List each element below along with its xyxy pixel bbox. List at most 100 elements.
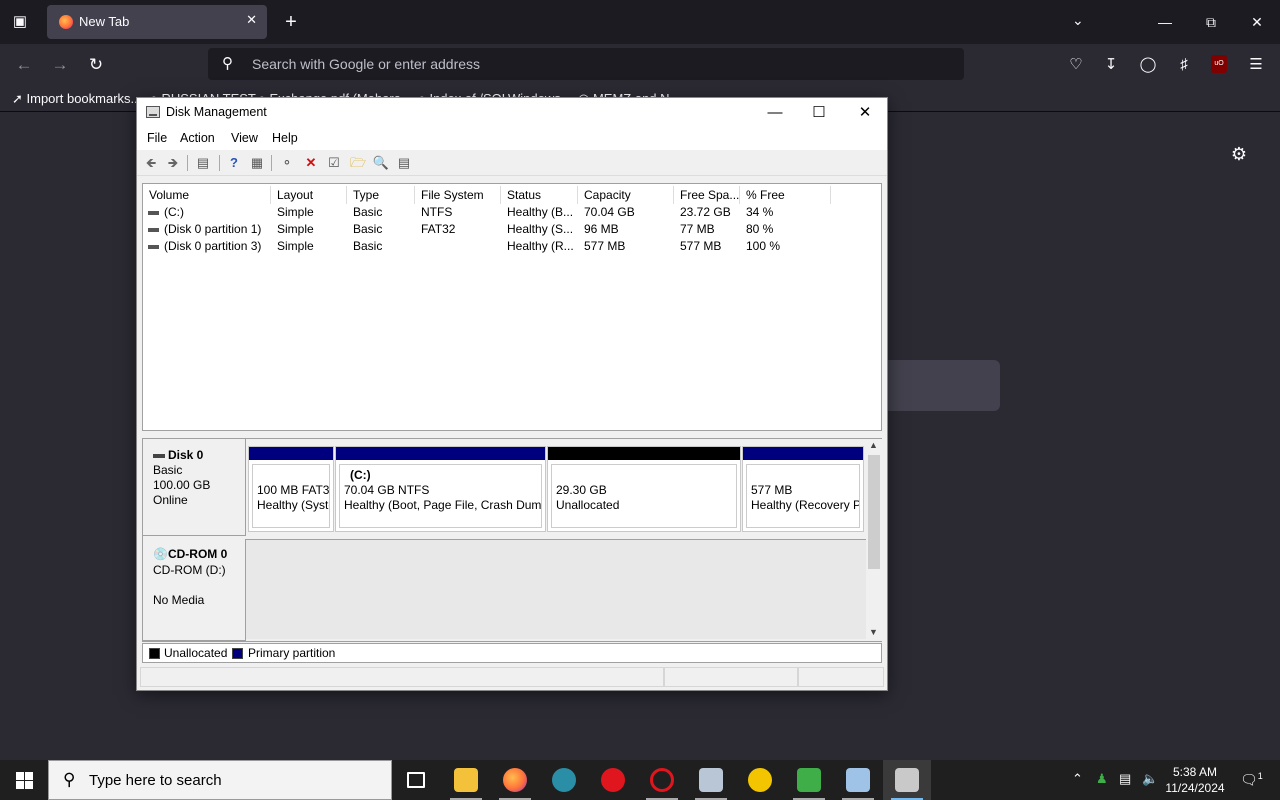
start-button[interactable] (0, 760, 48, 800)
cdrom-media: No Media (153, 593, 205, 607)
opera-gx-icon[interactable] (638, 760, 686, 800)
tab-new-tab[interactable]: New Tab ✕ (47, 5, 267, 39)
extensions-icon[interactable]: ♯ (1173, 54, 1195, 76)
chevron-down-icon[interactable]: ⌄ (1072, 12, 1084, 29)
partition-status: Healthy (Boot, Page File, Crash Dump (344, 498, 542, 512)
back-icon[interactable]: 🡸 (141, 153, 161, 173)
tab-list-icon[interactable]: ▣ (8, 10, 32, 34)
col-file-system[interactable]: File System (415, 186, 501, 204)
title-bar[interactable]: Disk Management — ☐ ✕ (137, 98, 887, 128)
downloads-icon[interactable]: ↧ (1100, 54, 1122, 76)
network-icon[interactable]: ▤ (1119, 771, 1131, 787)
scroll-up-icon[interactable]: ▲ (869, 440, 878, 450)
opera-icon[interactable] (589, 760, 637, 800)
menu-icon[interactable]: ☰ (1245, 54, 1267, 76)
col-percent-free[interactable]: % Free (740, 186, 831, 204)
forward-icon[interactable]: 🡺 (163, 153, 183, 173)
col-capacity[interactable]: Capacity (578, 186, 674, 204)
app-yellow-icon[interactable] (736, 760, 784, 800)
pane-splitter[interactable] (142, 431, 882, 436)
vertical-scrollbar[interactable]: ▲ ▼ (866, 439, 882, 641)
scroll-thumb[interactable] (868, 455, 880, 569)
properties-view-icon[interactable]: ▦ (247, 153, 267, 173)
close-tab-icon[interactable]: ✕ (246, 12, 257, 28)
cdrom-0-label[interactable]: 💿CD-ROM 0 CD-ROM (D:) No Media (143, 539, 246, 641)
task-view-icon[interactable] (392, 760, 440, 800)
close-window-icon[interactable]: ✕ (1245, 10, 1269, 34)
browser-nav-bar: ← → ↻ ⚲ ♡ ↧ ◯ ♯ ☰ (0, 44, 1280, 86)
clock[interactable]: 5:38 AM 11/24/2024 (1160, 764, 1230, 796)
delete-icon[interactable]: ✕ (301, 153, 321, 173)
new-tab-search-box[interactable] (880, 360, 1000, 411)
search-icon: ⚲ (63, 770, 76, 789)
table-row[interactable]: (Disk 0 partition 3) Simple Basic Health… (143, 238, 881, 255)
menu-view[interactable]: View (231, 131, 258, 145)
console-tree-icon[interactable]: ▤ (193, 153, 213, 173)
folder-search-icon[interactable]: 🔍 (371, 153, 391, 173)
app-n-icon[interactable] (540, 760, 588, 800)
file-explorer-icon[interactable] (442, 760, 490, 800)
status-pane (798, 667, 884, 687)
disk-management-icon (146, 106, 160, 118)
notification-icon[interactable]: 🗨1 (1240, 771, 1263, 789)
chevron-up-icon[interactable]: ⌃ (1072, 771, 1083, 787)
col-volume[interactable]: Volume (143, 186, 271, 204)
minimize-icon[interactable]: — (755, 101, 795, 125)
minimize-icon[interactable]: — (1153, 10, 1177, 34)
menu-action[interactable]: Action (180, 131, 215, 145)
account-icon[interactable]: ◯ (1137, 54, 1159, 76)
restore-icon[interactable]: ⧉ (1199, 10, 1223, 34)
people-icon[interactable]: ♟ (1096, 771, 1108, 787)
col-layout[interactable]: Layout (271, 186, 347, 204)
taskbar-search[interactable]: ⚲ Type here to search (48, 760, 392, 800)
col-free-space[interactable]: Free Spa... (674, 186, 740, 204)
scroll-down-icon[interactable]: ▼ (869, 627, 878, 637)
menu-help[interactable]: Help (272, 131, 298, 145)
app-window-icon[interactable] (687, 760, 735, 800)
connect-icon[interactable]: ⚬ (277, 153, 297, 173)
partition-size: 577 MB (751, 483, 793, 497)
ublock-icon[interactable]: uO (1211, 55, 1227, 73)
toolbar: 🡸 🡺 ▤ ? ▦ ⚬ ✕ ☑ 🗁 🔍 ▤ (137, 150, 887, 176)
app-tools-icon[interactable] (834, 760, 882, 800)
partition-recovery[interactable]: 577 MB Healthy (Recovery P (742, 446, 864, 532)
folder-up-icon[interactable]: 🗁 (348, 153, 368, 173)
partition-size: 29.30 GB (556, 483, 607, 497)
cdrom-drive: CD-ROM (D:) (153, 563, 226, 577)
col-status[interactable]: Status (501, 186, 578, 204)
gear-icon[interactable]: ⚙ (1228, 143, 1250, 165)
disk-0-label[interactable]: Disk 0 Basic 100.00 GB Online (143, 439, 246, 536)
pocket-icon[interactable]: ♡ (1065, 54, 1087, 76)
cell-layout: Simple (277, 222, 314, 236)
legend: Unallocated Primary partition (142, 643, 882, 663)
menu-file[interactable]: File (147, 131, 167, 145)
volume-icon[interactable]: 🔈 (1142, 771, 1158, 787)
url-input[interactable] (252, 55, 852, 73)
cell-volume: (Disk 0 partition 3) (164, 239, 262, 253)
check-icon[interactable]: ☑ (324, 153, 344, 173)
disk-management-taskbar-icon[interactable] (883, 760, 931, 800)
volume-list: Volume Layout Type File System Status Ca… (142, 183, 882, 431)
reload-icon[interactable]: ↻ (84, 53, 108, 77)
cell-status: Healthy (R... (507, 239, 574, 253)
partition-system[interactable]: 100 MB FAT32 Healthy (System (248, 446, 334, 532)
partition-c[interactable]: (C:) 70.04 GB NTFS Healthy (Boot, Page F… (335, 446, 546, 532)
forward-arrow-icon[interactable]: → (48, 53, 72, 77)
bookmark-import[interactable]: ➚ Import bookmarks... (12, 91, 141, 107)
col-type[interactable]: Type (347, 186, 415, 204)
back-arrow-icon[interactable]: ← (12, 53, 36, 77)
partition-unallocated[interactable]: 29.30 GB Unallocated (547, 446, 741, 532)
users-icon[interactable] (785, 760, 833, 800)
help-icon[interactable]: ? (224, 153, 244, 173)
firefox-icon[interactable] (491, 760, 539, 800)
maximize-icon[interactable]: ☐ (799, 101, 839, 125)
new-tab-button[interactable]: + (280, 10, 302, 34)
volume-list-header: Volume Layout Type File System Status Ca… (143, 186, 881, 204)
address-bar[interactable]: ⚲ (208, 48, 964, 80)
settings-panel-icon[interactable]: ▤ (394, 153, 414, 173)
close-icon[interactable]: ✕ (845, 101, 885, 125)
partition-label: (C:) (350, 468, 371, 482)
table-row[interactable]: (C:) Simple Basic NTFS Healthy (B... 70.… (143, 204, 881, 221)
partition-size: 70.04 GB NTFS (344, 483, 430, 497)
table-row[interactable]: (Disk 0 partition 1) Simple Basic FAT32 … (143, 221, 881, 238)
